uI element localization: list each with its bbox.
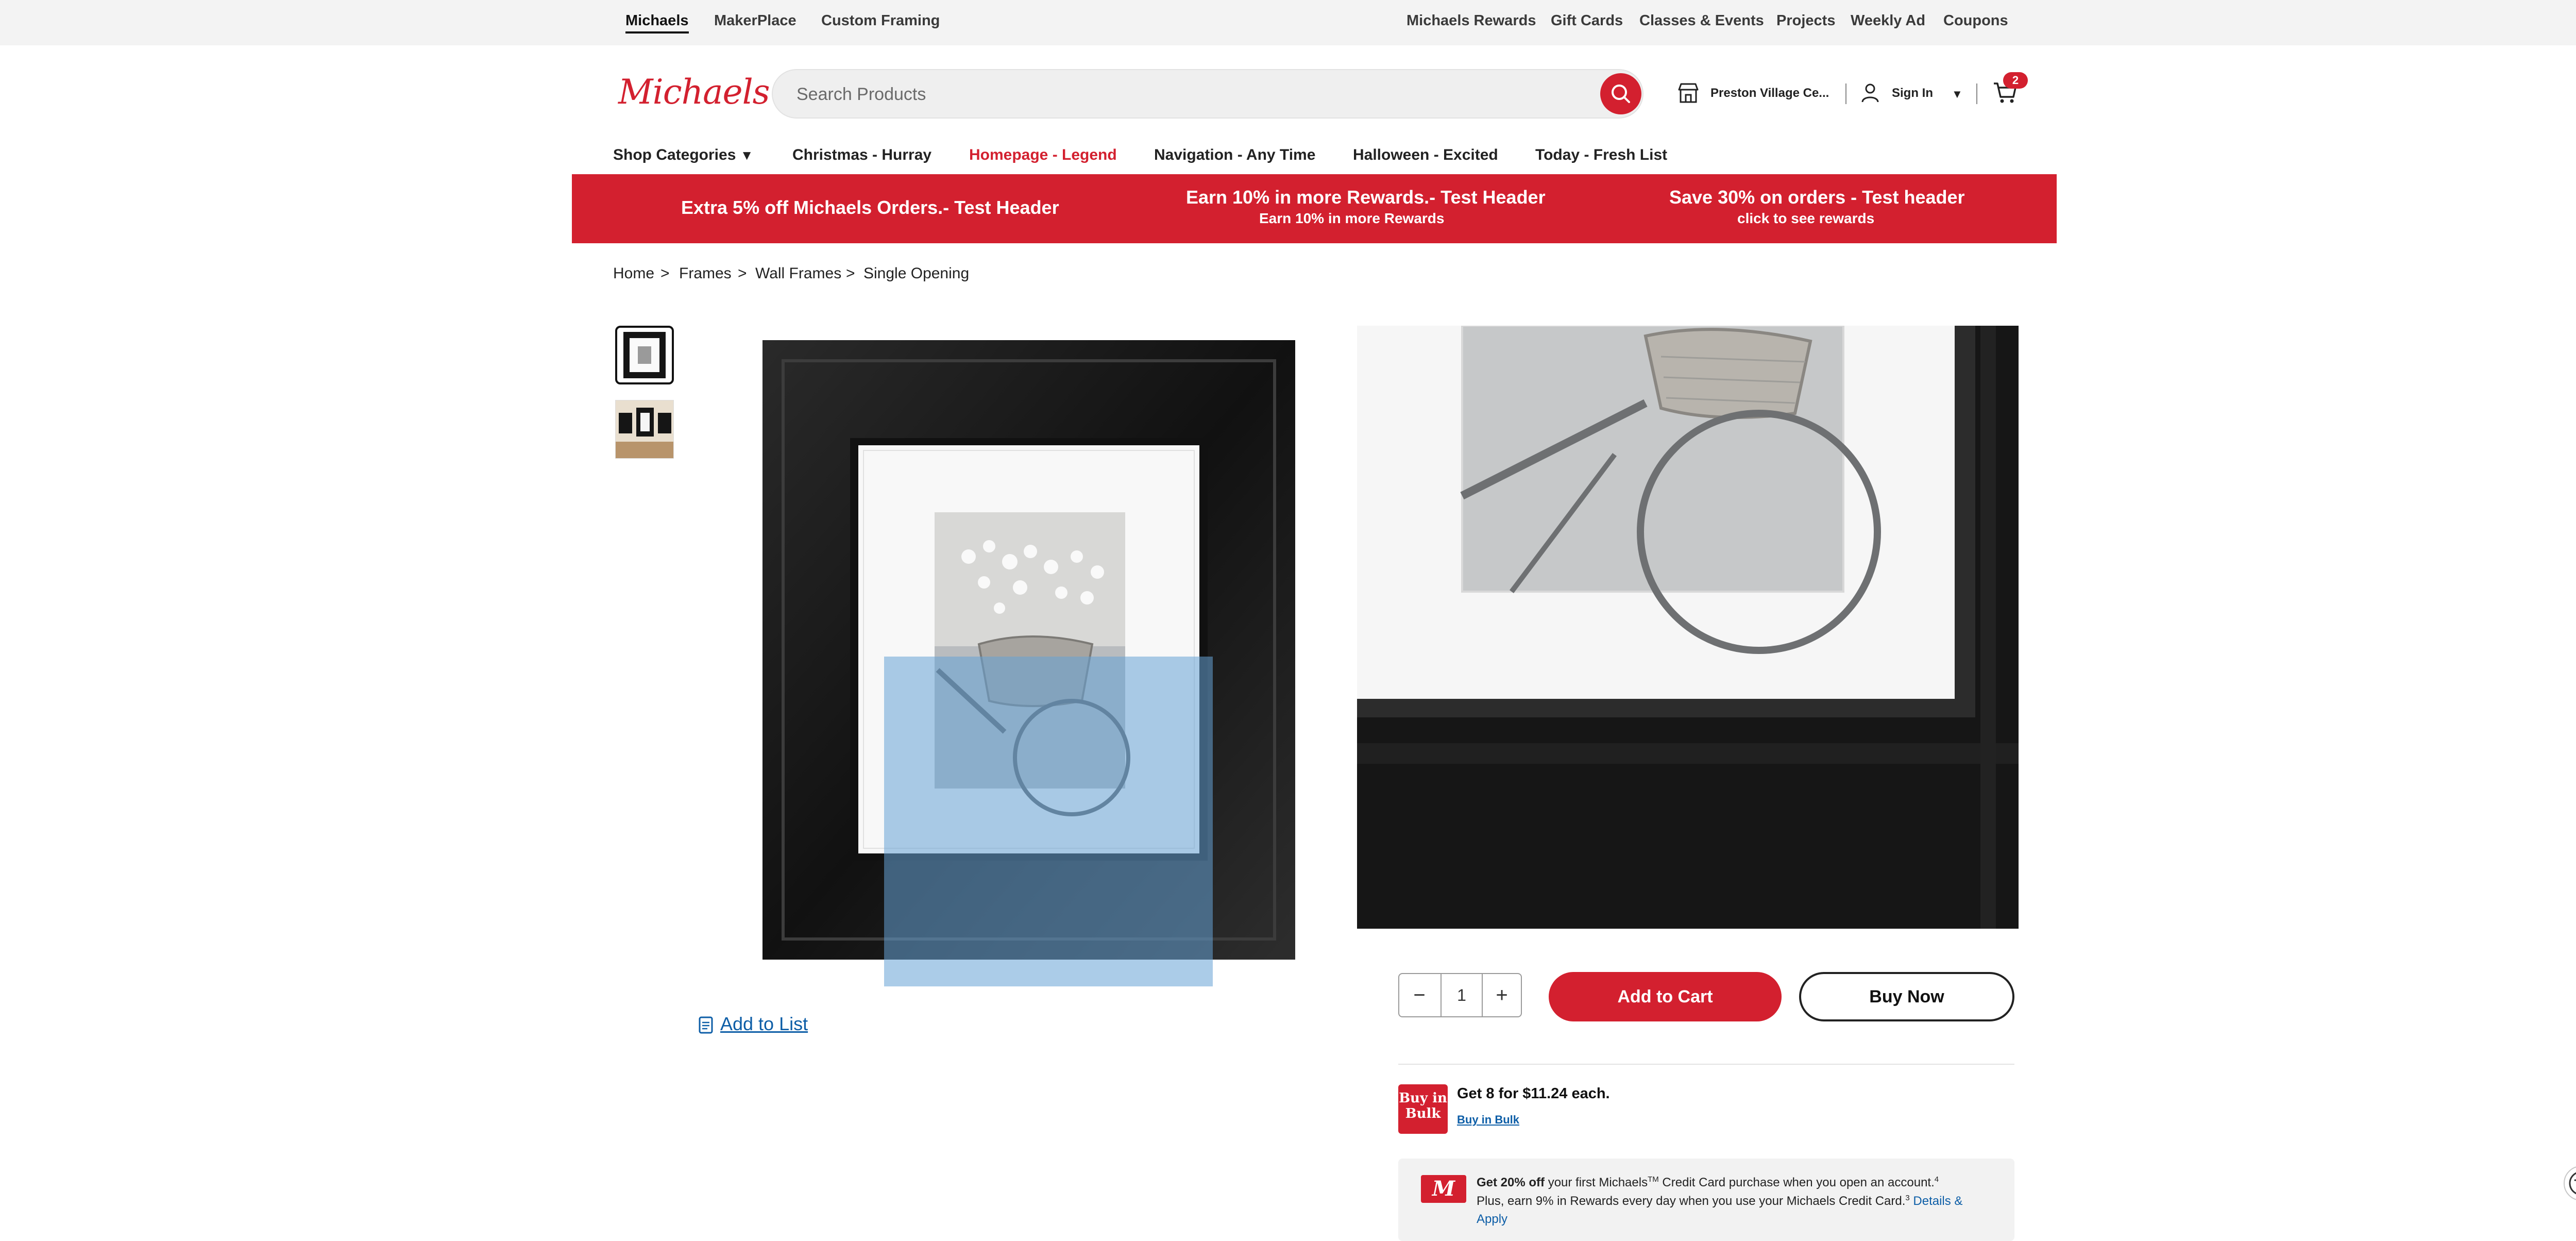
breadcrumb-wall-frames[interactable]: Wall Frames [755, 265, 841, 282]
search-bar [772, 69, 1643, 119]
util-link-michaels-rewards[interactable]: Michaels Rewards [1406, 12, 1536, 29]
credit-offer-line-2: Plus, earn 9% in Rewards every day when … [1477, 1194, 1962, 1209]
buy-now-button[interactable]: Buy Now [1799, 972, 2014, 1021]
search-icon [1612, 85, 1630, 103]
chevron-down-icon[interactable]: ▼ [1952, 88, 1963, 101]
michaels-logo[interactable]: Michaels [618, 72, 770, 112]
breadcrumb-current: Single Opening [863, 265, 970, 282]
credit-offer-text-a: your first Michaels [1545, 1176, 1648, 1189]
zoomed-product-image [1357, 326, 2019, 929]
nav-halloween[interactable]: Halloween - Excited [1353, 146, 1498, 164]
add-to-list-link[interactable]: Add to List [720, 1013, 808, 1035]
frame-thumbnail-image [623, 332, 666, 378]
caret-down-icon: ▼ [740, 147, 754, 163]
apply-link[interactable]: Apply [1477, 1212, 1507, 1227]
cart-count-badge: 2 [2003, 72, 2028, 89]
zoom-preview-pane [1357, 326, 2019, 929]
breadcrumb-separator: > [846, 265, 855, 282]
util-link-classes-events[interactable]: Classes & Events [1639, 12, 1764, 29]
section-divider [1398, 1064, 2014, 1065]
quantity-stepper: − 1 + [1398, 973, 1522, 1017]
list-icon[interactable] [699, 1016, 713, 1034]
promo-2-title[interactable]: Earn 10% in more Rewards.- Test Header [1186, 187, 1546, 208]
buy-in-bulk-link[interactable]: Buy in Bulk [1457, 1113, 1519, 1127]
nav-christmas[interactable]: Christmas - Hurray [792, 146, 931, 164]
frame-lifestyle-thumbnail-image [616, 400, 673, 458]
search-button[interactable] [1600, 73, 1641, 114]
breadcrumb-frames[interactable]: Frames [679, 265, 732, 282]
utility-bar: Michaels MakerPlace Custom Framing Micha… [0, 0, 2576, 45]
store-selector[interactable]: Preston Village Ce... [1710, 86, 1834, 100]
michaels-card-logo: M [1421, 1175, 1466, 1203]
credit-offer-line-1: Get 20% off your first MichaelsTM Credit… [1477, 1175, 1939, 1190]
util-link-projects[interactable]: Projects [1776, 12, 1835, 29]
product-thumbnail-2[interactable] [615, 400, 674, 459]
header-divider [1976, 83, 1977, 104]
breadcrumb-home[interactable]: Home [613, 265, 654, 282]
footnote-3: 3 [1905, 1194, 1910, 1202]
decrease-quantity-button[interactable]: − [1399, 974, 1439, 1016]
breadcrumb-separator: > [738, 265, 747, 282]
credit-offer-text-b: Credit Card purchase when you open an ac… [1658, 1176, 1935, 1189]
product-thumbnail-1[interactable] [615, 326, 674, 384]
quantity-input[interactable]: 1 [1440, 974, 1483, 1016]
bulk-offer-text: Get 8 for $11.24 each. [1457, 1085, 1610, 1102]
credit-offer-bold: Get 20% off [1477, 1176, 1545, 1189]
search-input[interactable] [795, 81, 1519, 107]
breadcrumb-separator: > [660, 265, 670, 282]
user-icon[interactable] [1859, 81, 1882, 104]
util-link-custom-framing[interactable]: Custom Framing [821, 12, 940, 29]
nav-shop-categories-label: Shop Categories [613, 146, 736, 163]
accessibility-button[interactable] [2564, 1166, 2576, 1201]
util-link-michaels[interactable]: Michaels [625, 12, 689, 33]
util-link-gift-cards[interactable]: Gift Cards [1551, 12, 1623, 29]
sign-in-link[interactable]: Sign In [1892, 86, 1933, 100]
nav-today[interactable]: Today - Fresh List [1535, 146, 1667, 164]
nav-shop-categories[interactable]: Shop Categories ▼ [613, 146, 753, 164]
store-icon[interactable] [1676, 81, 1700, 105]
zoom-lens[interactable] [884, 657, 1213, 986]
header-divider [1845, 83, 1846, 104]
footnote-4: 4 [1934, 1175, 1939, 1184]
buy-in-bulk-badge: Buy in Bulk [1398, 1084, 1448, 1134]
add-to-cart-button[interactable]: Add to Cart [1549, 972, 1782, 1021]
promo-3-subtitle[interactable]: click to see rewards [1737, 210, 1874, 227]
accessibility-icon [2569, 1172, 2576, 1195]
util-link-weekly-ad[interactable]: Weekly Ad [1851, 12, 1925, 29]
util-link-makerplace[interactable]: MakerPlace [714, 12, 796, 29]
nav-navigation[interactable]: Navigation - Any Time [1154, 146, 1315, 164]
promo-2-subtitle[interactable]: Earn 10% in more Rewards [1259, 210, 1444, 227]
promo-3-title[interactable]: Save 30% on orders - Test header [1669, 187, 1965, 208]
details-apply-link[interactable]: Details & [1910, 1194, 1962, 1208]
increase-quantity-button[interactable]: + [1482, 974, 1522, 1016]
util-link-coupons[interactable]: Coupons [1943, 12, 2008, 29]
promo-banner: Extra 5% off Michaels Orders.- Test Head… [572, 174, 2057, 243]
promo-1-title[interactable]: Extra 5% off Michaels Orders.- Test Head… [681, 197, 1059, 219]
trademark-mark: TM [1648, 1175, 1659, 1184]
nav-homepage[interactable]: Homepage - Legend [969, 146, 1117, 164]
credit-rewards-text: Plus, earn 9% in Rewards every day when … [1477, 1194, 1906, 1208]
